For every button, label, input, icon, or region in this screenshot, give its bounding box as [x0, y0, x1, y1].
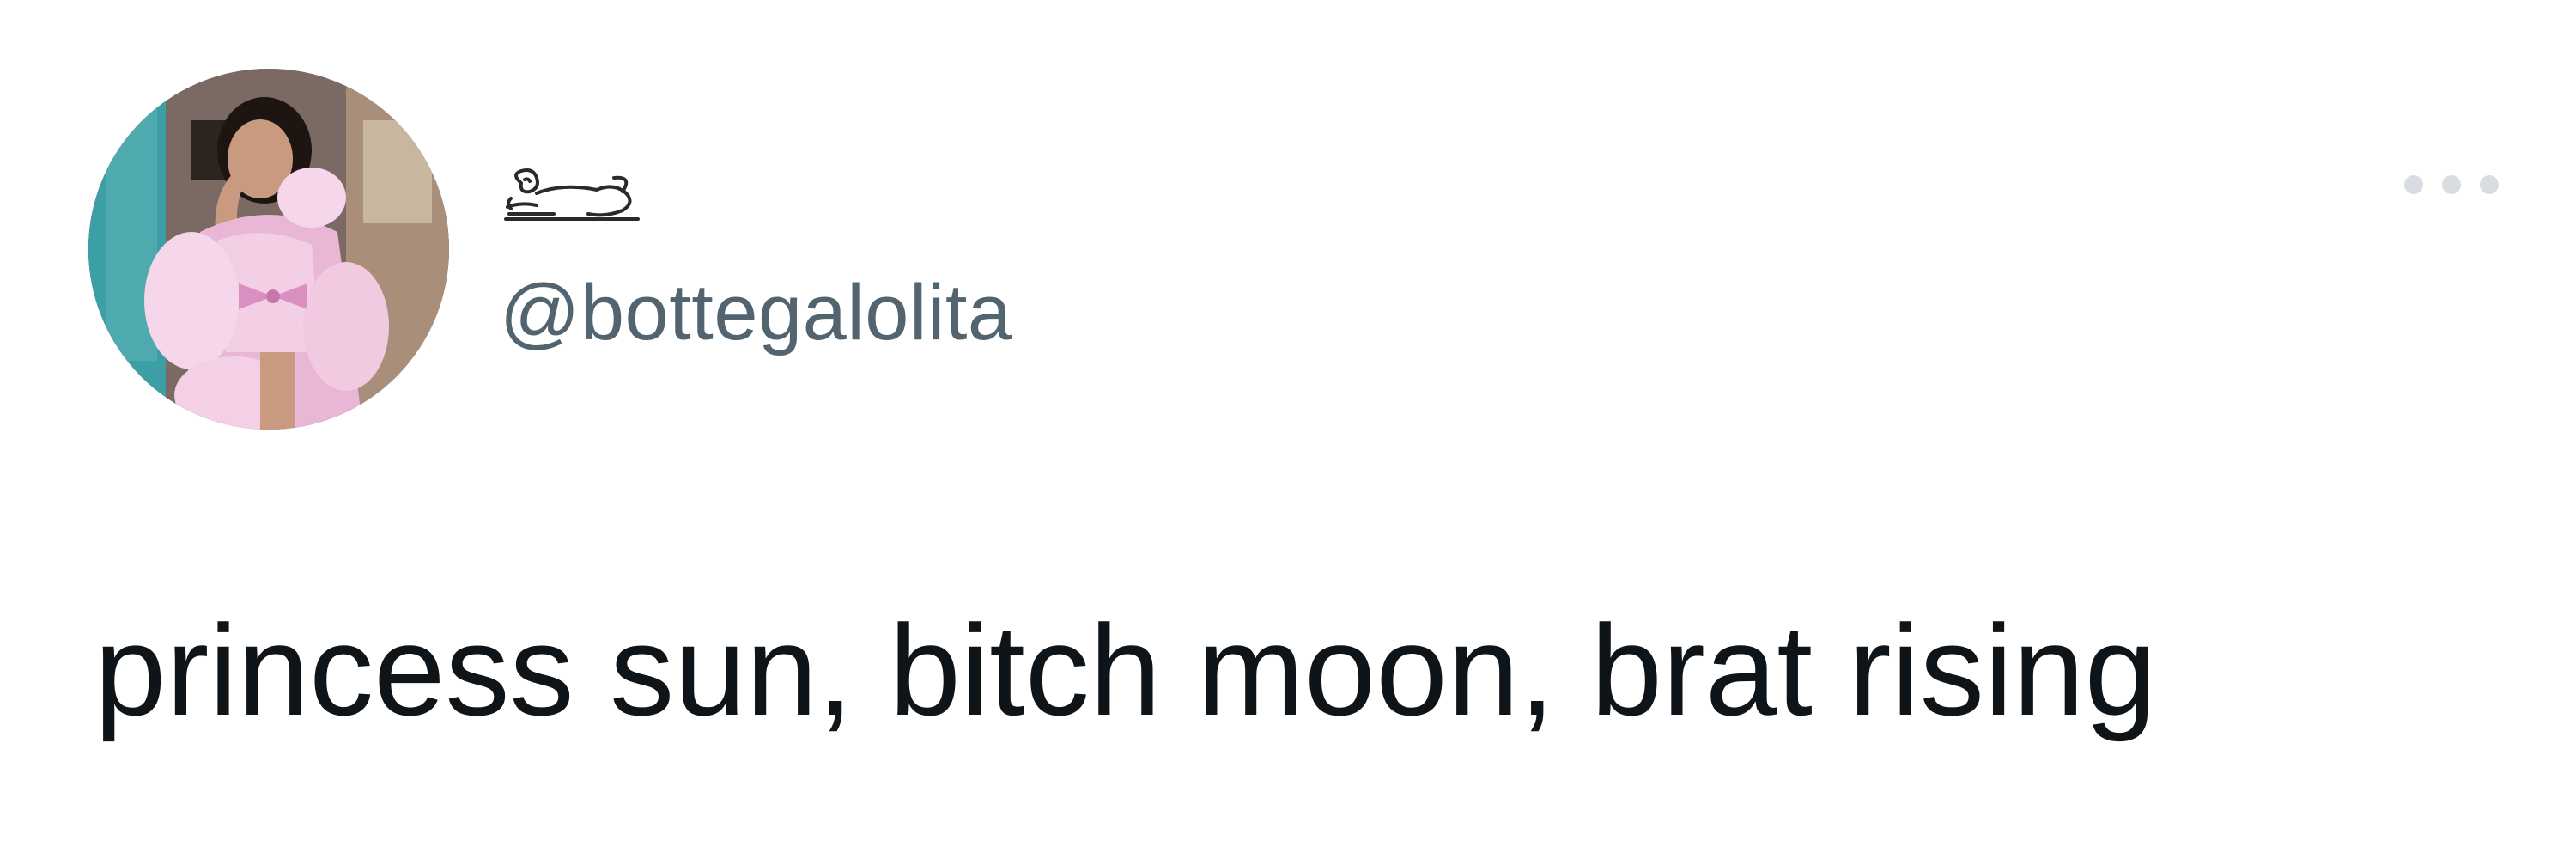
tweet-card: @bottegalolita princess sun, bitch moon,…: [0, 0, 2576, 859]
more-options-icon: [2442, 175, 2461, 194]
avatar[interactable]: [88, 69, 449, 430]
user-handle[interactable]: @bottegalolita: [500, 273, 1012, 352]
reclining-lion-sketch-icon: [504, 168, 640, 221]
more-options-button[interactable]: [2404, 163, 2499, 206]
more-options-icon: [2480, 175, 2499, 194]
tweet-text: princess sun, bitch moon, brat rising: [94, 598, 2157, 742]
profile-photo-icon: [88, 69, 449, 430]
more-options-icon: [2404, 175, 2423, 194]
